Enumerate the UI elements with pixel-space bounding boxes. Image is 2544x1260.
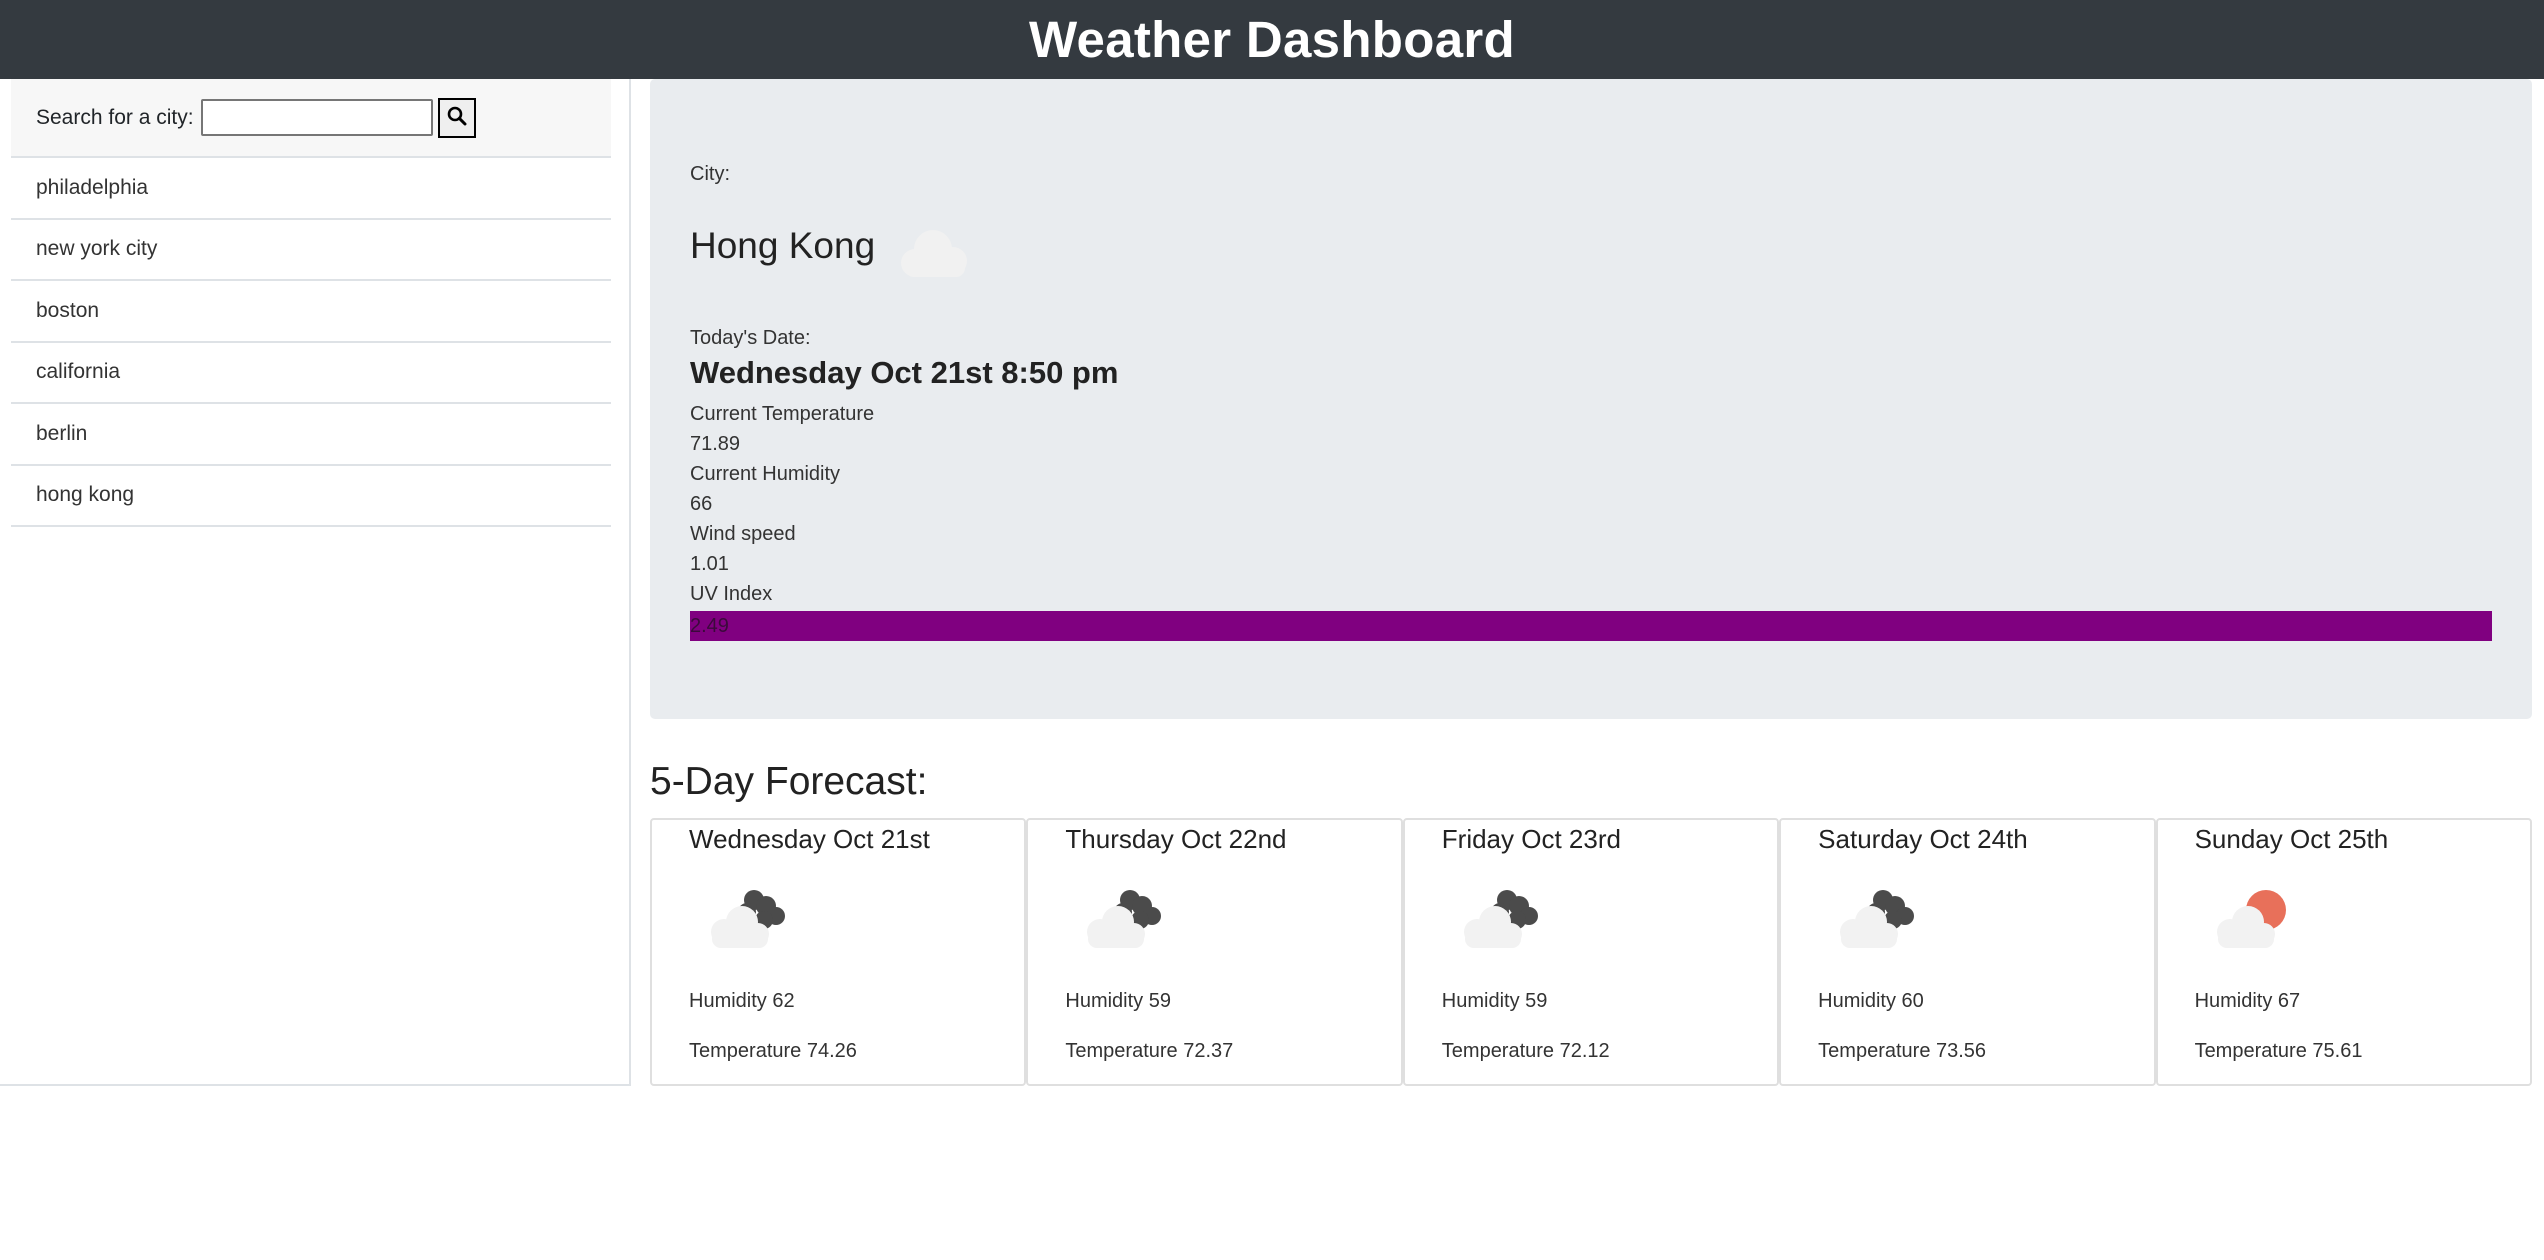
city-history-item[interactable]: boston bbox=[11, 281, 611, 343]
temperature-label: Current Temperature bbox=[690, 403, 875, 425]
forecast-title: 5-Day Forecast: bbox=[650, 760, 928, 803]
current-weather-panel: City: Hong Kong Today's Date: Wednesday … bbox=[650, 79, 2532, 719]
forecast-card: Sunday Oct 25th Humidity 67 Temperature … bbox=[2155, 818, 2532, 1086]
forecast-card: Saturday Oct 24th Humidity 60 Temperatur… bbox=[1779, 818, 2156, 1086]
forecast-humidity: Humidity 60 bbox=[1818, 990, 1924, 1012]
cloudy-icon bbox=[1831, 884, 1931, 955]
humidity-value: 66 bbox=[690, 493, 713, 515]
uv-index-bar: 2.49 bbox=[690, 611, 2492, 641]
forecast-date: Saturday Oct 24th bbox=[1818, 824, 2028, 854]
forecast-card: Friday Oct 23rd Humidity 59 Temperature … bbox=[1402, 818, 1780, 1086]
forecast-humidity: Humidity 67 bbox=[2194, 990, 2301, 1012]
city-history-item[interactable]: berlin bbox=[11, 404, 611, 466]
forecast-row: Wednesday Oct 21st Humidity 62 Temperatu… bbox=[650, 818, 2532, 1086]
city-history-item[interactable]: california bbox=[11, 343, 611, 404]
cloudy-icon bbox=[1078, 884, 1178, 955]
forecast-card: Thursday Oct 22nd Humidity 59 Temperatur… bbox=[1026, 818, 1403, 1086]
cloud-icon bbox=[893, 223, 975, 286]
temperature-value: 71.89 bbox=[690, 433, 741, 455]
forecast-temperature: Temperature 72.12 bbox=[1441, 1040, 1610, 1062]
forecast-date: Sunday Oct 25th bbox=[2194, 824, 2389, 854]
city-history-item[interactable]: new york city bbox=[11, 220, 611, 281]
forecast-temperature: Temperature 74.26 bbox=[689, 1040, 857, 1062]
search-input[interactable] bbox=[200, 99, 433, 136]
humidity-label: Current Humidity bbox=[690, 463, 841, 485]
current-city-name: Hong Kong bbox=[690, 225, 876, 266]
city-label: City: bbox=[690, 163, 730, 185]
sidebar: Search for a city: philadelphia new york… bbox=[0, 79, 631, 1086]
current-date: Wednesday Oct 21st 8:50 pm bbox=[690, 355, 1119, 390]
forecast-date: Thursday Oct 22nd bbox=[1065, 824, 1287, 854]
page-title: Weather Dashboard bbox=[1029, 11, 1515, 68]
partly-cloudy-icon bbox=[2208, 884, 2308, 955]
search-form: Search for a city: bbox=[11, 79, 611, 158]
search-label: Search for a city: bbox=[36, 105, 194, 129]
search-button[interactable] bbox=[437, 97, 476, 138]
city-history-list: philadelphia new york city boston califo… bbox=[11, 158, 611, 527]
forecast-humidity: Humidity 59 bbox=[1441, 990, 1548, 1012]
forecast-temperature: Temperature 73.56 bbox=[1818, 1040, 1987, 1062]
city-history-item[interactable]: philadelphia bbox=[11, 158, 611, 220]
forecast-date: Friday Oct 23rd bbox=[1441, 824, 1621, 854]
forecast-humidity: Humidity 59 bbox=[1065, 990, 1171, 1012]
search-icon bbox=[447, 106, 467, 129]
forecast-date: Wednesday Oct 21st bbox=[689, 824, 930, 854]
cloudy-icon bbox=[702, 884, 802, 955]
forecast-card: Wednesday Oct 21st Humidity 62 Temperatu… bbox=[650, 818, 1027, 1086]
forecast-temperature: Temperature 75.61 bbox=[2194, 1040, 2363, 1062]
header-bar: Weather Dashboard bbox=[0, 0, 2544, 79]
wind-label: Wind speed bbox=[690, 523, 796, 545]
forecast-humidity: Humidity 62 bbox=[689, 990, 795, 1012]
wind-value: 1.01 bbox=[690, 553, 729, 575]
date-label: Today's Date: bbox=[690, 327, 811, 349]
uv-label: UV Index bbox=[690, 583, 773, 605]
city-history-item[interactable]: hong kong bbox=[11, 466, 611, 527]
cloudy-icon bbox=[1455, 884, 1555, 955]
forecast-temperature: Temperature 72.37 bbox=[1065, 1040, 1234, 1062]
